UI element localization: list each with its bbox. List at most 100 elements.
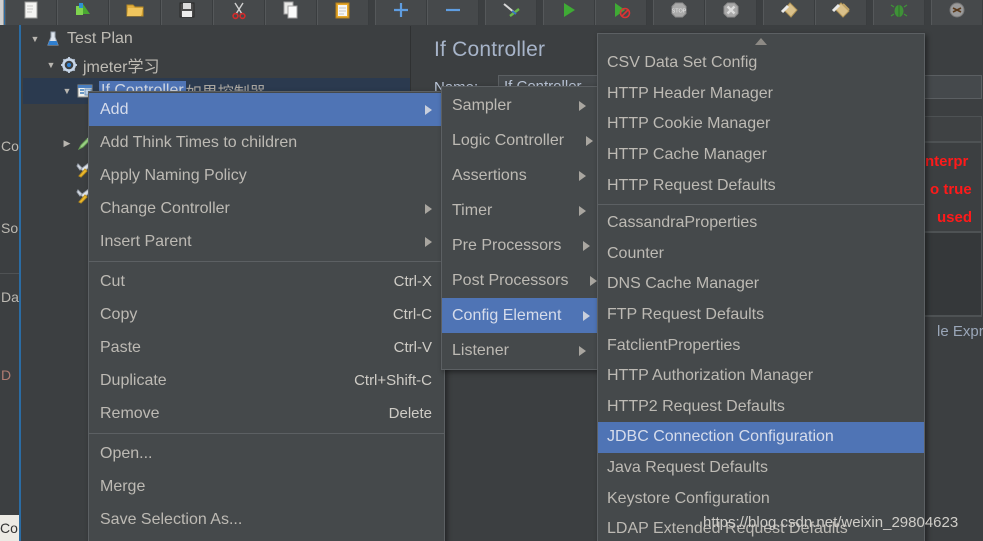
collapse-arrow-icon[interactable]: ▼ xyxy=(27,34,43,44)
collapse-arrow-icon[interactable]: ▼ xyxy=(43,60,59,70)
menu-item-label: Timer xyxy=(452,201,493,219)
start-no-pauses-icon[interactable] xyxy=(595,0,647,25)
menu-item[interactable]: HTTP Authorization Manager xyxy=(598,361,924,392)
menu-item[interactable]: Paste Ctrl-V xyxy=(89,331,444,364)
expand-arrow-icon[interactable]: ▶ xyxy=(59,138,75,149)
save-icon[interactable] xyxy=(161,0,213,25)
collapse-all-icon[interactable] xyxy=(427,0,479,25)
menu-item[interactable]: Merge xyxy=(89,470,444,503)
expand-all-icon xyxy=(391,0,411,25)
menu-item-label: HTTP Request Defaults xyxy=(607,176,776,194)
help-icon[interactable] xyxy=(931,0,983,25)
clear-icon[interactable] xyxy=(763,0,815,25)
menu-item-label: Keystore Configuration xyxy=(607,489,770,507)
scroll-up-arrow-icon[interactable] xyxy=(598,35,924,48)
menu-item[interactable]: Copy Ctrl-C xyxy=(89,298,444,331)
submenu-arrow-icon xyxy=(586,135,594,146)
cut-icon[interactable] xyxy=(213,0,265,25)
paste-icon[interactable] xyxy=(317,0,369,25)
menu-item-label: HTTP Header Manager xyxy=(607,84,773,102)
menu-item[interactable]: Save Selection As... xyxy=(89,503,444,536)
menu-item[interactable]: CassandraProperties xyxy=(598,208,924,239)
menu-item[interactable]: Config Element xyxy=(442,298,598,333)
menu-item[interactable]: Keystore Configuration xyxy=(598,483,924,514)
tree-node[interactable]: ▼ Test Plan xyxy=(23,26,410,52)
menu-item[interactable]: Listener xyxy=(442,333,598,368)
menu-item[interactable]: Apply Naming Policy xyxy=(89,159,444,192)
thread-group-icon xyxy=(59,56,79,74)
collapse-arrow-icon[interactable]: ▼ xyxy=(59,86,75,96)
menu-item[interactable]: Save as Test Fragment xyxy=(89,536,444,541)
menu-item[interactable]: HTTP Cache Manager xyxy=(598,140,924,171)
menu-item[interactable]: Post Processors xyxy=(442,263,598,298)
tree-node[interactable]: ▼ jmeter学习 xyxy=(23,52,410,78)
collapse-all-icon xyxy=(443,0,463,25)
menu-item-label: Java Request Defaults xyxy=(607,459,768,477)
menu-item-label: HTTP Authorization Manager xyxy=(607,367,814,385)
menu-item-label: FTP Request Defaults xyxy=(607,306,765,324)
menu-item[interactable]: Assertions xyxy=(442,158,598,193)
menu-item-shortcut: Delete xyxy=(388,405,432,422)
expression-label: le Expr xyxy=(937,323,983,340)
menu-item[interactable]: FatclientProperties xyxy=(598,330,924,361)
menu-item[interactable]: HTTP2 Request Defaults xyxy=(598,392,924,423)
menu-item-label: Add xyxy=(100,100,129,118)
menu-item[interactable]: FTP Request Defaults xyxy=(598,300,924,331)
toolbar-button-group: STOP xyxy=(5,0,983,25)
menu-item[interactable]: Add Think Times to children xyxy=(89,126,444,159)
config-element-submenu[interactable]: CSV Data Set Config HTTP Header Manager HT… xyxy=(597,33,925,541)
menu-item[interactable]: Timer xyxy=(442,193,598,228)
svg-text:STOP: STOP xyxy=(672,8,687,14)
shutdown-icon[interactable] xyxy=(705,0,757,25)
menu-item[interactable]: Java Request Defaults xyxy=(598,453,924,484)
menu-item[interactable]: HTTP Header Manager xyxy=(598,79,924,110)
templates-icon xyxy=(73,0,93,25)
menu-item-label: Assertions xyxy=(452,166,527,184)
add-submenu[interactable]: Sampler Logic Controller Assertions Timer Pr… xyxy=(441,86,599,370)
start-icon[interactable] xyxy=(543,0,595,25)
menu-item[interactable]: HTTP Request Defaults xyxy=(598,170,924,201)
open-icon[interactable] xyxy=(109,0,161,25)
menu-item[interactable]: HTTP Cookie Manager xyxy=(598,109,924,140)
menu-item-shortcut: Ctrl+Shift-C xyxy=(354,372,432,389)
menu-item[interactable]: Remove Delete xyxy=(89,397,444,430)
menu-item[interactable]: Counter xyxy=(598,239,924,270)
menu-item-label: HTTP2 Request Defaults xyxy=(607,397,785,415)
test-plan-icon xyxy=(43,30,63,48)
menu-item-label: JDBC Connection Configuration xyxy=(607,428,834,446)
menu-item[interactable]: Logic Controller xyxy=(442,123,598,158)
stop-icon[interactable]: STOP xyxy=(653,0,705,25)
tree-node-label: jmeter学习 xyxy=(83,59,160,76)
menu-item[interactable]: Add xyxy=(89,93,444,126)
submenu-arrow-icon xyxy=(425,236,432,247)
clear-all-icon[interactable] xyxy=(815,0,867,25)
menu-item[interactable]: Change Controller xyxy=(89,192,444,225)
new-icon[interactable] xyxy=(5,0,57,25)
templates-icon[interactable] xyxy=(57,0,109,25)
menu-item[interactable]: Insert Parent xyxy=(89,225,444,258)
warning-line: o true xyxy=(930,181,972,198)
menu-item[interactable]: Open... xyxy=(89,437,444,470)
submenu-arrow-icon xyxy=(583,310,591,321)
left-strip-row: Da xyxy=(1,289,19,305)
copy-icon xyxy=(281,0,301,25)
menu-item-label: CassandraProperties xyxy=(607,214,758,232)
menu-item-label: Merge xyxy=(100,477,146,495)
menu-item[interactable]: Sampler xyxy=(442,88,598,123)
menu-item[interactable]: Pre Processors xyxy=(442,228,598,263)
toggle-icon[interactable] xyxy=(485,0,537,25)
menu-item[interactable]: Duplicate Ctrl+Shift-C xyxy=(89,364,444,397)
function-helper-icon[interactable] xyxy=(873,0,925,25)
menu-item-shortcut: Ctrl-V xyxy=(393,339,432,356)
menu-item-label: FatclientProperties xyxy=(607,336,741,354)
menu-item-label: CSV Data Set Config xyxy=(607,54,758,72)
tree-context-menu[interactable]: Add Add Think Times to children Apply Nami… xyxy=(88,91,445,541)
menu-item[interactable]: Cut Ctrl-X xyxy=(89,265,444,298)
menu-item[interactable]: CSV Data Set Config xyxy=(598,48,924,79)
menu-item[interactable]: JDBC Connection Configuration xyxy=(598,422,924,453)
tree-indent-spacer: ▶ xyxy=(59,164,75,175)
menu-item-label: Paste xyxy=(100,338,141,356)
copy-icon[interactable] xyxy=(265,0,317,25)
menu-item[interactable]: DNS Cache Manager xyxy=(598,269,924,300)
expand-all-icon[interactable] xyxy=(375,0,427,25)
